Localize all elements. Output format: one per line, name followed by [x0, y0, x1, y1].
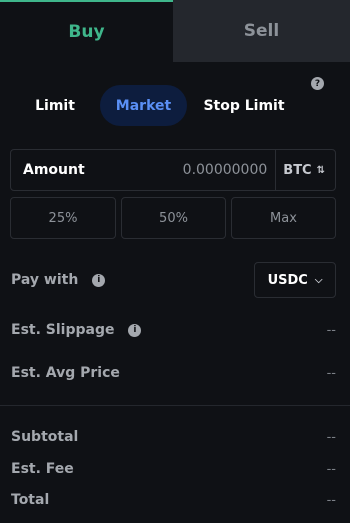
max-button[interactable]: Max [231, 197, 336, 239]
fee-label: Est. Fee [11, 461, 74, 477]
fee-value: -- [326, 461, 336, 477]
slippage-label: Est. Slippage [11, 322, 115, 338]
amount-unit-label: BTC [283, 162, 312, 178]
order-type-stop-limit[interactable]: Stop Limit [200, 85, 288, 126]
chevron-down-icon: ⌵ [314, 274, 323, 286]
pay-with-label: Pay with [11, 272, 79, 288]
avg-price-row: Est. Avg Price -- [11, 362, 337, 384]
side-tabs: Buy Sell [0, 0, 350, 62]
amount-field[interactable]: Amount 0.00000000 BTC ⇅ [10, 149, 336, 191]
total-row: Total -- [11, 489, 337, 511]
info-icon[interactable]: i [92, 273, 106, 287]
help-icon[interactable]: ? [311, 77, 324, 90]
total-value: -- [326, 492, 336, 508]
pay-with-label-group: Pay with i [11, 272, 106, 288]
total-label: Total [11, 492, 50, 508]
amount-unit-toggle[interactable]: BTC ⇅ [275, 150, 335, 190]
subtotal-value: -- [326, 429, 336, 445]
slippage-label-group: Est. Slippage i [11, 322, 142, 338]
percent-25-button[interactable]: 25% [10, 197, 116, 239]
pay-with-currency-select[interactable]: USDC ⌵ [254, 262, 336, 298]
percent-50-button[interactable]: 50% [121, 197, 226, 239]
slippage-value: -- [326, 322, 336, 338]
subtotal-row: Subtotal -- [11, 426, 337, 448]
order-type-limit[interactable]: Limit [28, 85, 82, 126]
tab-sell[interactable]: Sell [173, 0, 350, 62]
swap-icon: ⇅ [316, 164, 325, 176]
amount-input[interactable]: 0.00000000 [111, 162, 275, 178]
slippage-row: Est. Slippage i -- [11, 319, 337, 341]
avg-price-value: -- [326, 365, 336, 381]
order-type-market[interactable]: Market [100, 85, 187, 126]
avg-price-label: Est. Avg Price [11, 365, 120, 381]
info-icon[interactable]: i [128, 323, 142, 337]
pay-with-currency: USDC [267, 272, 308, 288]
tab-buy[interactable]: Buy [0, 0, 173, 62]
fee-row: Est. Fee -- [11, 458, 337, 480]
divider [0, 405, 350, 406]
amount-label: Amount [23, 162, 85, 178]
subtotal-label: Subtotal [11, 429, 79, 445]
